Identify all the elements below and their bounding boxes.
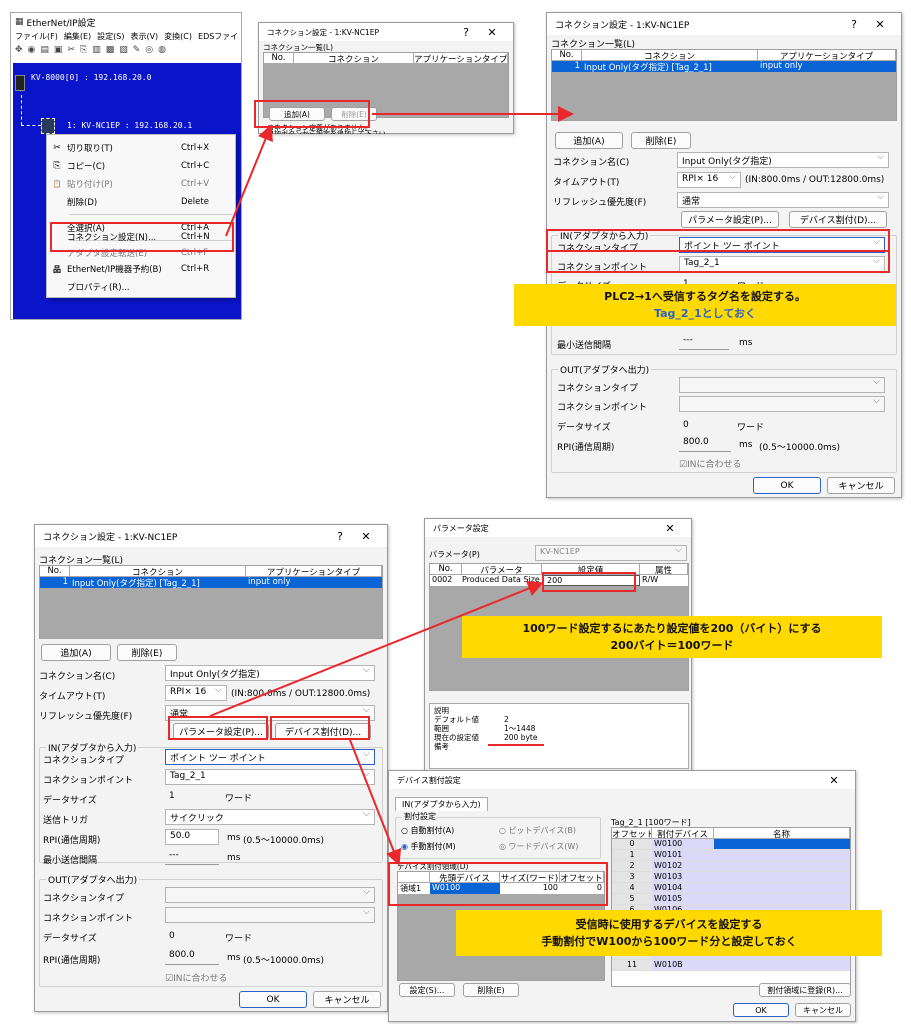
arrow-to-small-dialog (225, 124, 273, 237)
arrows-overlay (209, 106, 574, 866)
arrow-to-parameter-value (209, 581, 544, 717)
arrow-to-device-region (349, 739, 402, 866)
